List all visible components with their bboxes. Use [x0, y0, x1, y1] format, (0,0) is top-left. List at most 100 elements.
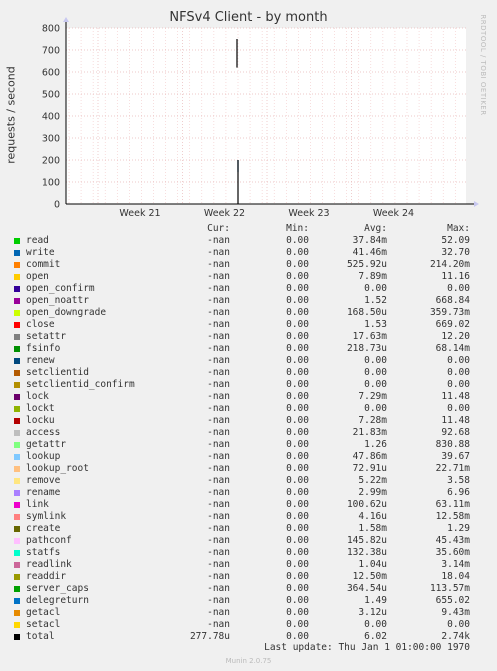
series-cur: -nan: [207, 595, 230, 606]
series-avg: 0.00: [364, 379, 387, 390]
series-min: 0.00: [286, 427, 309, 438]
series-avg: 1.26: [364, 439, 387, 450]
series-cur: -nan: [207, 619, 230, 630]
legend-swatch: [14, 358, 20, 364]
series-min: 0.00: [286, 439, 309, 450]
series-avg: 41.46m: [352, 247, 387, 258]
y-tick-label: 0: [54, 200, 60, 211]
series-max: 11.48: [441, 415, 470, 426]
series-max: 669.02: [435, 319, 470, 330]
y-tick-label: 800: [42, 24, 60, 35]
legend-row: lookup_root -nan 0.00 72.91u 22.71m: [0, 463, 497, 475]
legend-row: write -nan 0.00 41.46m 32.70: [0, 247, 497, 259]
series-min: 0.00: [286, 535, 309, 546]
legend-swatch: [14, 490, 20, 496]
series-name: lookup_root: [26, 463, 89, 474]
series-name: open_confirm: [26, 283, 95, 294]
series-min: 0.00: [286, 319, 309, 330]
series-name: setclientid_confirm: [26, 379, 135, 390]
series-name: readdir: [26, 571, 67, 582]
series-cur: -nan: [207, 499, 230, 510]
series-cur: -nan: [207, 367, 230, 378]
legend-swatch: [14, 430, 20, 436]
series-max: 0.00: [447, 619, 470, 630]
y-tick-label: 700: [42, 46, 60, 57]
series-avg: 1.49: [364, 595, 387, 606]
series-min: 0.00: [286, 499, 309, 510]
series-min: 0.00: [286, 475, 309, 486]
series-max: 0.00: [447, 403, 470, 414]
legend-row: pathconf -nan 0.00 145.82u 45.43m: [0, 535, 497, 547]
header-min: Min:: [286, 223, 309, 234]
series-max: 35.60m: [435, 547, 470, 558]
series-min: 0.00: [286, 271, 309, 282]
legend-swatch: [14, 250, 20, 256]
series-cur: -nan: [207, 415, 230, 426]
series-min: 0.00: [286, 463, 309, 474]
series-min: 0.00: [286, 583, 309, 594]
series-avg: 145.82u: [346, 535, 387, 546]
munin-version: Munin 2.0.75: [225, 657, 272, 665]
legend-swatch: [14, 322, 20, 328]
series-cur: -nan: [207, 571, 230, 582]
series-min: 0.00: [286, 451, 309, 462]
y-tick-label: 300: [42, 134, 60, 145]
x-tick-label: Week 23: [288, 208, 329, 219]
series-avg: 17.63m: [352, 331, 387, 342]
legend-row: open_noattr -nan 0.00 1.52 668.84: [0, 295, 497, 307]
legend-row: open -nan 0.00 7.89m 11.16: [0, 271, 497, 283]
header-max: Max:: [447, 223, 470, 234]
legend-swatch: [14, 586, 20, 592]
series-name: link: [26, 499, 49, 510]
series-name: getacl: [26, 607, 61, 618]
series-max: 39.67: [441, 451, 470, 462]
series-max: 830.88: [435, 439, 470, 450]
legend-swatch: [14, 262, 20, 268]
legend-table: Cur: Min: Avg: Max: read -nan 0.00 37.84m 52…: [0, 223, 497, 643]
series-name: access: [26, 427, 61, 438]
series-cur: -nan: [207, 475, 230, 486]
legend-row: locku -nan 0.00 7.28m 11.48: [0, 415, 497, 427]
series-cur: -nan: [207, 319, 230, 330]
legend-row: setclientid_confirm -nan 0.00 0.00 0.00: [0, 379, 497, 391]
legend-row: readdir -nan 0.00 12.50m 18.04: [0, 571, 497, 583]
last-update: Last update: Thu Jan 1 01:00:00 1970: [264, 642, 470, 653]
series-cur: -nan: [207, 355, 230, 366]
series-cur: -nan: [207, 439, 230, 450]
series-avg: 525.92u: [346, 259, 387, 270]
series-cur: -nan: [207, 427, 230, 438]
series-name: open_downgrade: [26, 307, 107, 318]
series-avg: 0.00: [364, 403, 387, 414]
series-name: read: [26, 235, 49, 246]
series-cur: -nan: [207, 583, 230, 594]
series-name: pathconf: [26, 535, 72, 546]
legend-swatch: [14, 310, 20, 316]
legend-swatch: [14, 502, 20, 508]
series-cur: 277.78u: [189, 631, 230, 642]
series-max: 45.43m: [435, 535, 470, 546]
series-max: 22.71m: [435, 463, 470, 474]
series-cur: -nan: [207, 607, 230, 618]
series-max: 0.00: [447, 355, 470, 366]
series-avg: 72.91u: [352, 463, 387, 474]
series-cur: -nan: [207, 307, 230, 318]
series-cur: -nan: [207, 295, 230, 306]
series-min: 0.00: [286, 571, 309, 582]
header-cur: Cur:: [207, 223, 230, 234]
series-name: delegreturn: [26, 595, 89, 606]
legend-row: getacl -nan 0.00 3.12u 9.43m: [0, 607, 497, 619]
series-cur: -nan: [207, 391, 230, 402]
series-cur: -nan: [207, 547, 230, 558]
series-min: 0.00: [286, 343, 309, 354]
legend-row: remove -nan 0.00 5.22m 3.58: [0, 475, 497, 487]
series-name: setclientid: [26, 367, 89, 378]
y-tick-label: 200: [42, 156, 60, 167]
series-max: 214.20m: [429, 259, 470, 270]
series-max: 63.11m: [435, 499, 470, 510]
legend-row: commit -nan 0.00 525.92u 214.20m: [0, 259, 497, 271]
series-cur: -nan: [207, 343, 230, 354]
series-avg: 168.50u: [346, 307, 387, 318]
legend-row: setclientid -nan 0.00 0.00 0.00: [0, 367, 497, 379]
series-avg: 1.04u: [358, 559, 387, 570]
legend-swatch: [14, 382, 20, 388]
